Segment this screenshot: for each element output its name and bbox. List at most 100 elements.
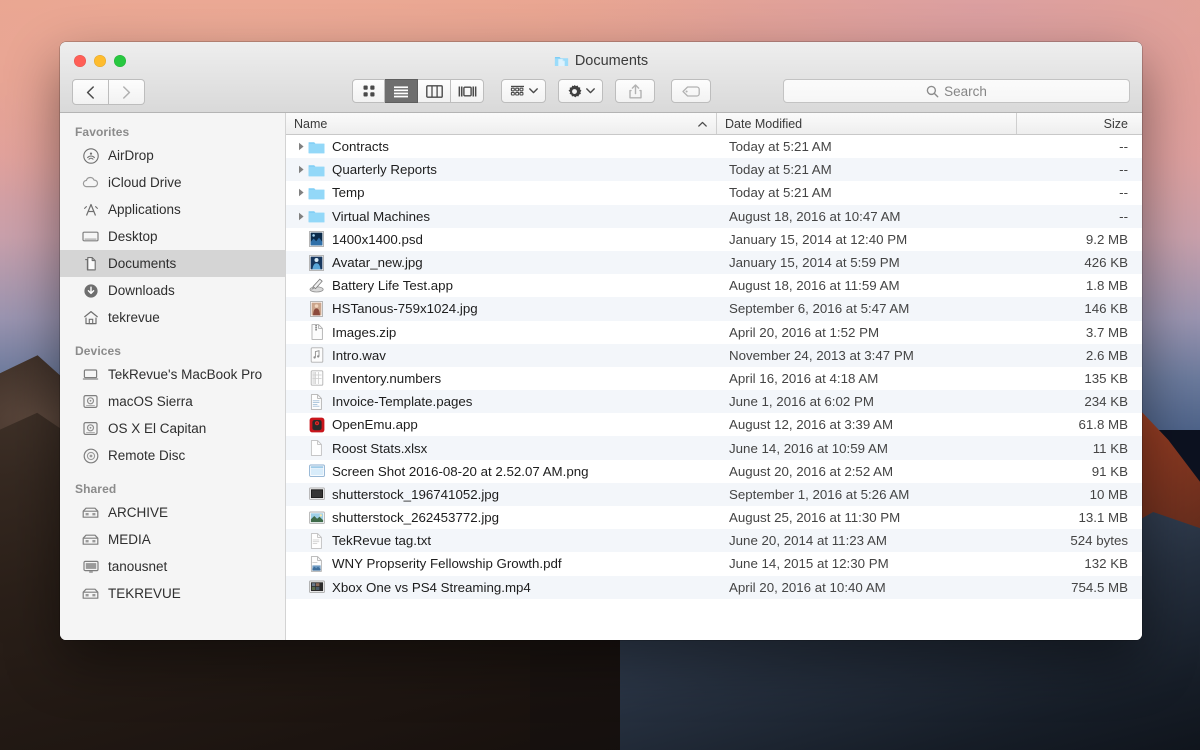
file-name: OpenEmu.app: [332, 417, 418, 432]
sidebar-item-desktop[interactable]: Desktop: [60, 223, 285, 250]
gallery-view-button[interactable]: [451, 79, 484, 103]
row-size-cell: 135 KB: [1016, 371, 1142, 386]
table-row[interactable]: TekRevue tag.txt June 20, 2014 at 11:23 …: [286, 529, 1142, 552]
file-name: Battery Life Test.app: [332, 278, 453, 293]
row-date-cell: August 20, 2016 at 2:52 AM: [716, 464, 1016, 479]
folder-icon: [308, 138, 325, 155]
file-name: WNY Propserity Fellowship Growth.pdf: [332, 556, 562, 571]
table-row[interactable]: Screen Shot 2016-08-20 at 2.52.07 AM.png…: [286, 460, 1142, 483]
list-view-button[interactable]: [385, 79, 418, 103]
disclosure-triangle-icon[interactable]: [294, 142, 308, 151]
table-row[interactable]: Battery Life Test.app August 18, 2016 at…: [286, 274, 1142, 297]
table-row[interactable]: Temp Today at 5:21 AM --: [286, 181, 1142, 204]
sidebar-item-remote-disc[interactable]: Remote Disc: [60, 442, 285, 469]
table-row[interactable]: Xbox One vs PS4 Streaming.mp4 April 20, …: [286, 576, 1142, 599]
column-header-date-modified[interactable]: Date Modified: [716, 113, 1016, 134]
row-date-cell: September 6, 2016 at 5:47 AM: [716, 301, 1016, 316]
column-header-date-label: Date Modified: [725, 117, 802, 131]
sidebar-item-tekrevue[interactable]: tekrevue: [60, 304, 285, 331]
row-date-cell: September 1, 2016 at 5:26 AM: [716, 487, 1016, 502]
file-name: HSTanous-759x1024.jpg: [332, 301, 478, 316]
file-name: shutterstock_262453772.jpg: [332, 510, 499, 525]
row-name-cell: TekRevue tag.txt: [286, 532, 716, 549]
row-name-cell: 1400x1400.psd: [286, 231, 716, 248]
share-button[interactable]: [615, 79, 655, 103]
blank-doc-icon: [308, 440, 325, 457]
arrange-group: [501, 79, 546, 103]
sidebar-item-tanousnet[interactable]: tanousnet: [60, 553, 285, 580]
table-row[interactable]: Contracts Today at 5:21 AM --: [286, 135, 1142, 158]
row-size-cell: 11 KB: [1016, 441, 1142, 456]
forward-button[interactable]: [109, 79, 145, 105]
row-size-cell: 3.7 MB: [1016, 325, 1142, 340]
table-row[interactable]: Roost Stats.xlsx June 14, 2016 at 10:59 …: [286, 436, 1142, 459]
share-icon: [629, 84, 642, 99]
photoshop-icon: [308, 231, 325, 248]
screenshot-icon: [308, 463, 325, 480]
folder-icon: [308, 161, 325, 178]
table-row[interactable]: Images.zip April 20, 2016 at 1:52 PM 3.7…: [286, 321, 1142, 344]
row-name-cell: Screen Shot 2016-08-20 at 2.52.07 AM.png: [286, 463, 716, 480]
sidebar-item-label: MEDIA: [108, 532, 151, 547]
row-name-cell: Avatar_new.jpg: [286, 254, 716, 271]
table-row[interactable]: Intro.wav November 24, 2013 at 3:47 PM 2…: [286, 344, 1142, 367]
list-icon: [393, 85, 409, 98]
row-size-cell: 234 KB: [1016, 394, 1142, 409]
sidebar-item-macos-sierra[interactable]: macOS Sierra: [60, 388, 285, 415]
tag-icon: [682, 86, 700, 97]
finder-window: Documents: [60, 42, 1142, 640]
coverflow-icon: [458, 85, 477, 98]
table-row[interactable]: Inventory.numbers April 16, 2016 at 4:18…: [286, 367, 1142, 390]
disclosure-triangle-icon[interactable]: [294, 165, 308, 174]
sidebar-item-icloud-drive[interactable]: iCloud Drive: [60, 169, 285, 196]
table-row[interactable]: shutterstock_196741052.jpg September 1, …: [286, 483, 1142, 506]
arrange-button[interactable]: [501, 79, 546, 103]
table-row[interactable]: Quarterly Reports Today at 5:21 AM --: [286, 158, 1142, 181]
table-row[interactable]: WNY Propserity Fellowship Growth.pdf Jun…: [286, 552, 1142, 575]
column-header-name[interactable]: Name: [286, 113, 716, 134]
row-date-cell: April 20, 2016 at 10:40 AM: [716, 580, 1016, 595]
table-row[interactable]: HSTanous-759x1024.jpg September 6, 2016 …: [286, 297, 1142, 320]
sidebar-item-applications[interactable]: Applications: [60, 196, 285, 223]
icon-view-button[interactable]: [352, 79, 385, 103]
row-name-cell: shutterstock_262453772.jpg: [286, 509, 716, 526]
sidebar-item-downloads[interactable]: Downloads: [60, 277, 285, 304]
table-row[interactable]: Invoice-Template.pages June 1, 2016 at 6…: [286, 390, 1142, 413]
row-date-cell: August 18, 2016 at 11:59 AM: [716, 278, 1016, 293]
disclosure-triangle-icon[interactable]: [294, 212, 308, 221]
sidebar-item-archive[interactable]: ARCHIVE: [60, 499, 285, 526]
table-row[interactable]: OpenEmu.app August 12, 2016 at 3:39 AM 6…: [286, 413, 1142, 436]
row-name-cell: Temp: [286, 184, 716, 201]
search-input[interactable]: Search: [783, 79, 1130, 103]
sidebar-item-macbook-pro[interactable]: TekRevue's MacBook Pro: [60, 361, 285, 388]
back-button[interactable]: [72, 79, 109, 105]
harddisk-icon: [82, 393, 99, 410]
disclosure-triangle-icon[interactable]: [294, 188, 308, 197]
row-name-cell: HSTanous-759x1024.jpg: [286, 300, 716, 317]
row-name-cell: Intro.wav: [286, 347, 716, 364]
sidebar-item-label: Applications: [108, 202, 181, 217]
server-icon: [82, 504, 99, 521]
sidebar-item-media[interactable]: MEDIA: [60, 526, 285, 553]
automator-icon: [308, 277, 325, 294]
row-date-cell: November 24, 2013 at 3:47 PM: [716, 348, 1016, 363]
sidebar-item-airdrop[interactable]: AirDrop: [60, 142, 285, 169]
table-row[interactable]: shutterstock_262453772.jpg August 25, 20…: [286, 506, 1142, 529]
row-name-cell: Invoice-Template.pages: [286, 393, 716, 410]
sidebar-item-el-capitan[interactable]: OS X El Capitan: [60, 415, 285, 442]
folder-icon: [308, 208, 325, 225]
sidebar-item-documents[interactable]: Documents: [60, 250, 285, 277]
column-header-size[interactable]: Size: [1016, 113, 1142, 134]
image-icon: [308, 254, 325, 271]
sidebar-item-label: AirDrop: [108, 148, 154, 163]
file-name: Intro.wav: [332, 348, 386, 363]
action-button[interactable]: [558, 79, 603, 103]
column-view-button[interactable]: [418, 79, 451, 103]
tags-button[interactable]: [671, 79, 711, 103]
table-row[interactable]: Avatar_new.jpg January 15, 2014 at 5:59 …: [286, 251, 1142, 274]
sidebar-item-tekrevue-server[interactable]: TEKREVUE: [60, 580, 285, 607]
share-group: [615, 79, 655, 103]
table-row[interactable]: 1400x1400.psd January 15, 2014 at 12:40 …: [286, 228, 1142, 251]
sidebar-item-label: TEKREVUE: [108, 586, 181, 601]
table-row[interactable]: Virtual Machines August 18, 2016 at 10:4…: [286, 205, 1142, 228]
